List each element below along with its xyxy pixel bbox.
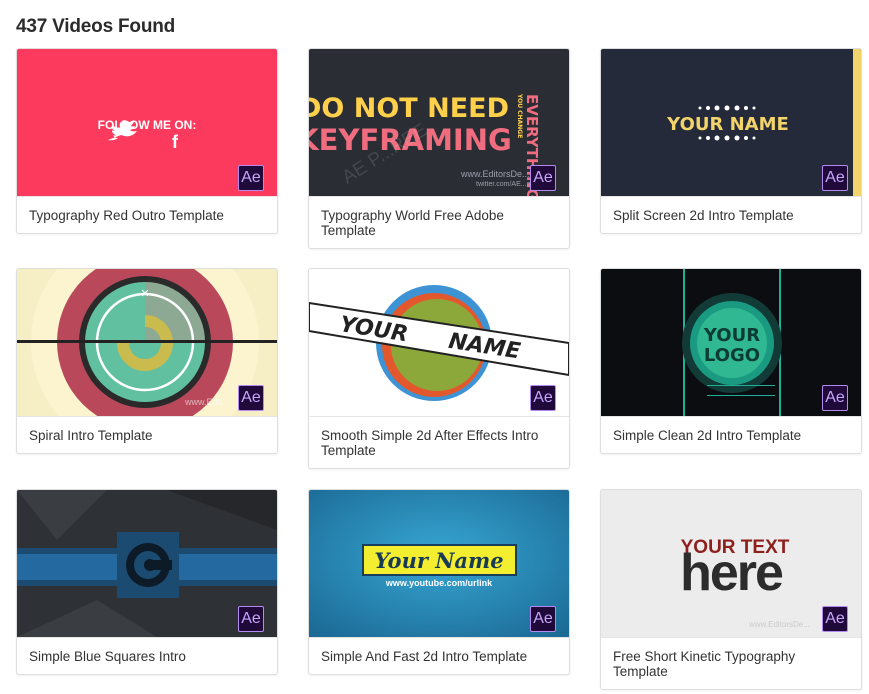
video-card[interactable]: DO NOT NEED KEYFRAMING EVERYTHING YOU CH…	[308, 48, 570, 249]
video-thumbnail[interactable]: YOUR LOGO Ae	[601, 269, 861, 416]
video-title[interactable]: Smooth Simple 2d After Effects Intro Tem…	[309, 416, 569, 468]
video-card[interactable]: Your Name www.youtube.com/urlink Ae Simp…	[308, 489, 570, 675]
video-card[interactable]: FOLLOW ME ON: f Ae Typography Red Outro …	[16, 48, 278, 234]
results-count-heading: 437 Videos Found	[16, 16, 176, 37]
video-thumbnail[interactable]: YOUR NAME Ae	[309, 269, 569, 416]
svg-text:✕: ✕	[140, 287, 149, 300]
svg-text:twitter.com/AE...ect: twitter.com/AE...ect	[476, 181, 536, 188]
video-card[interactable]: YOUR LOGO Ae Simple Clean 2d Intro Templ…	[600, 268, 862, 454]
svg-text:DO NOT NEED: DO NOT NEED	[309, 93, 509, 124]
video-thumbnail[interactable]: YOUR NAME Ae	[601, 49, 861, 196]
after-effects-icon: Ae	[822, 165, 848, 191]
video-card[interactable]: ✕ www.Edit... Ae Spiral Intro Template	[16, 268, 278, 454]
video-card[interactable]: YOUR TEXT here www.EditorsDe... Ae Free …	[600, 489, 862, 690]
video-title[interactable]: Spiral Intro Template	[17, 416, 277, 453]
after-effects-icon: Ae	[238, 165, 264, 191]
svg-text:Your Name: Your Name	[374, 548, 503, 573]
video-title[interactable]: Simple Blue Squares Intro	[17, 637, 277, 674]
video-title[interactable]: Free Short Kinetic Typography Template	[601, 637, 861, 689]
video-thumbnail[interactable]: ✕ www.Edit... Ae	[17, 269, 277, 416]
svg-text:YOUR: YOUR	[703, 325, 760, 346]
svg-text:www.EditorsDe...: www.EditorsDe...	[748, 620, 810, 629]
video-card[interactable]: Ae Simple Blue Squares Intro	[16, 489, 278, 675]
svg-text:www.youtube.com/urlink: www.youtube.com/urlink	[385, 578, 493, 588]
svg-text:LOGO: LOGO	[704, 345, 760, 366]
video-title[interactable]: Split Screen 2d Intro Template	[601, 196, 861, 233]
facebook-icon: f	[172, 132, 179, 152]
after-effects-icon: Ae	[530, 385, 556, 411]
video-card[interactable]: YOUR NAME Ae Split Screen 2d Intro Templ…	[600, 48, 862, 234]
after-effects-icon: Ae	[530, 606, 556, 632]
svg-text:here: here	[680, 544, 783, 602]
video-thumbnail[interactable]: FOLLOW ME ON: f Ae	[17, 49, 277, 196]
svg-text:YOU CHANGE: YOU CHANGE	[516, 93, 523, 138]
after-effects-icon: Ae	[822, 606, 848, 632]
after-effects-icon: Ae	[822, 385, 848, 411]
video-thumbnail[interactable]: Ae	[17, 490, 277, 637]
svg-text:www.Edit...: www.Edit...	[184, 397, 230, 407]
video-thumbnail[interactable]: DO NOT NEED KEYFRAMING EVERYTHING YOU CH…	[309, 49, 569, 196]
svg-text:www.EditorsDe...m: www.EditorsDe...m	[460, 169, 537, 179]
video-thumbnail[interactable]: YOUR TEXT here www.EditorsDe... Ae	[601, 490, 861, 637]
video-thumbnail[interactable]: Your Name www.youtube.com/urlink Ae	[309, 490, 569, 637]
after-effects-icon: Ae	[530, 165, 556, 191]
video-title[interactable]: Simple Clean 2d Intro Template	[601, 416, 861, 453]
video-title[interactable]: Simple And Fast 2d Intro Template	[309, 637, 569, 674]
thumb-text: FOLLOW ME ON:	[98, 118, 197, 132]
after-effects-icon: Ae	[238, 385, 264, 411]
video-card[interactable]: YOUR NAME Ae Smooth Simple 2d After Effe…	[308, 268, 570, 469]
video-title[interactable]: Typography Red Outro Template	[17, 196, 277, 233]
svg-text:YOUR NAME: YOUR NAME	[666, 114, 789, 135]
video-title[interactable]: Typography World Free Adobe Template	[309, 196, 569, 248]
after-effects-icon: Ae	[238, 606, 264, 632]
